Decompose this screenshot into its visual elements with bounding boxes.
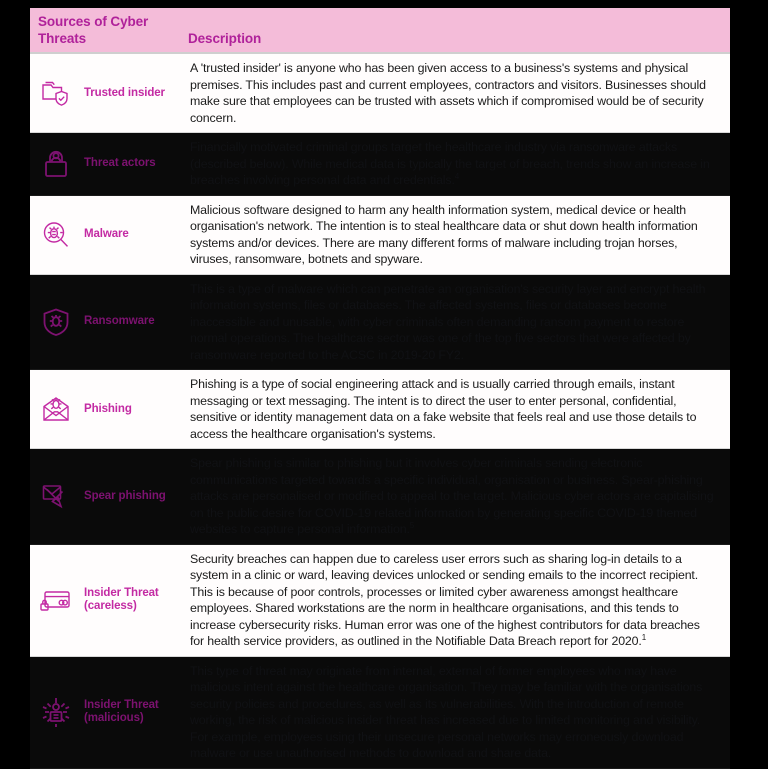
folder-shield-check-icon	[36, 73, 76, 113]
threat-description-text: A 'trusted insider' is anyone who has be…	[190, 61, 706, 125]
table-row-inner: Trusted insider A 'trusted insider' is a…	[30, 54, 730, 133]
table-row-inner: Insider Threat (malicious) This type of t…	[30, 656, 730, 769]
envelope-arrow-target-icon	[36, 476, 76, 516]
threat-name-label: Ransomware	[84, 315, 155, 328]
threat-name-cell: Trusted insider	[30, 73, 190, 113]
threat-description-cell: Malicious software designed to harm any …	[190, 202, 730, 268]
table-row: Threat actors Financially motivated crimi…	[0, 133, 768, 196]
threat-name-label: Phishing	[84, 402, 132, 415]
threat-name-cell: Malware	[30, 215, 190, 255]
table-row-inner: Ransomware This is a type of malware whic…	[30, 274, 730, 370]
header-column-sources-of-cyber-threats: Sources of Cyber Threats	[38, 14, 149, 46]
threat-table-page: Sources of Cyber Threats Description Tru…	[0, 0, 768, 769]
threat-name-cell: Insider Threat (malicious)	[30, 692, 190, 732]
footnote-marker: 1	[641, 632, 647, 642]
threat-description-text: This type of threat may originate from i…	[190, 663, 703, 761]
threat-description-text: Spear phishing is similar to phishing bu…	[190, 456, 714, 536]
table-row-inner: Threat actors Financially motivated crimi…	[30, 133, 730, 196]
table-row: Phishing Phishing is a type of social eng…	[0, 370, 768, 449]
table-row: Insider Threat (careless) Security breach…	[0, 544, 768, 657]
table-row-inner: Malware Malicious software designed to ha…	[30, 195, 730, 275]
table-row-inner: Spear phishing Spear phishing is similar …	[30, 449, 730, 545]
threat-description-cell: Security breaches can happen due to care…	[190, 551, 730, 650]
envelope-bug-icon	[36, 389, 76, 429]
threat-description-cell: This is a type of malware which can pene…	[190, 281, 730, 364]
threat-description-cell: Financially motivated criminal groups ta…	[190, 139, 730, 189]
table-row-inner: Phishing Phishing is a type of social eng…	[30, 370, 730, 449]
table-row: Insider Threat (malicious) This type of t…	[0, 656, 768, 769]
threat-name-label: Threat actors	[84, 157, 156, 170]
threat-description-text: This is a type of malware which can pene…	[190, 281, 706, 362]
table-row: Trusted insider A 'trusted insider' is a…	[0, 54, 768, 133]
card-padlock-icon	[36, 580, 76, 620]
threat-rows-list: Trusted insider A 'trusted insider' is a…	[0, 54, 768, 769]
threat-description-text: Security breaches can happen due to care…	[190, 551, 700, 649]
threat-description-cell: A 'trusted insider' is anyone who has be…	[190, 60, 730, 126]
threat-name-label: Insider Threat (careless)	[84, 587, 159, 612]
threat-name-label: Malware	[84, 228, 129, 240]
footnote-marker: 5	[409, 520, 415, 530]
threat-description-text: Phishing is a type of social engineering…	[190, 377, 697, 441]
bug-magnifier-icon	[36, 215, 76, 255]
table-row: Malware Malicious software designed to ha…	[0, 195, 768, 275]
threat-description-cell: This type of threat may originate from i…	[190, 663, 730, 762]
threat-name-cell: Threat actors	[30, 144, 190, 184]
threat-name-label: Spear phishing	[84, 489, 166, 502]
threat-description-text: Malicious software designed to harm any …	[190, 202, 698, 267]
table-header: Sources of Cyber Threats Description	[30, 8, 730, 54]
threat-name-cell: Phishing	[30, 389, 190, 429]
threat-description-cell: Spear phishing is similar to phishing bu…	[190, 455, 730, 538]
header-column-description: Description	[188, 31, 262, 46]
threat-name-label: Insider Threat (malicious)	[84, 699, 159, 724]
threat-name-cell: Insider Threat (careless)	[30, 580, 190, 620]
shield-bug-icon	[36, 302, 76, 342]
threat-name-cell: Ransomware	[30, 302, 190, 342]
person-network-malicious-icon	[36, 692, 76, 732]
table-row-inner: Insider Threat (careless) Security breach…	[30, 544, 730, 657]
threat-description-cell: Phishing is a type of social engineering…	[190, 376, 730, 442]
threat-description-text: Financially motivated criminal groups ta…	[190, 140, 710, 187]
padlock-person-icon	[36, 144, 76, 184]
threat-name-label: Trusted insider	[84, 86, 165, 99]
threat-name-cell: Spear phishing	[30, 476, 190, 516]
table-row: Ransomware This is a type of malware whic…	[0, 274, 768, 370]
footnote-marker: 4	[454, 171, 460, 181]
table-row: Spear phishing Spear phishing is similar …	[0, 449, 768, 545]
